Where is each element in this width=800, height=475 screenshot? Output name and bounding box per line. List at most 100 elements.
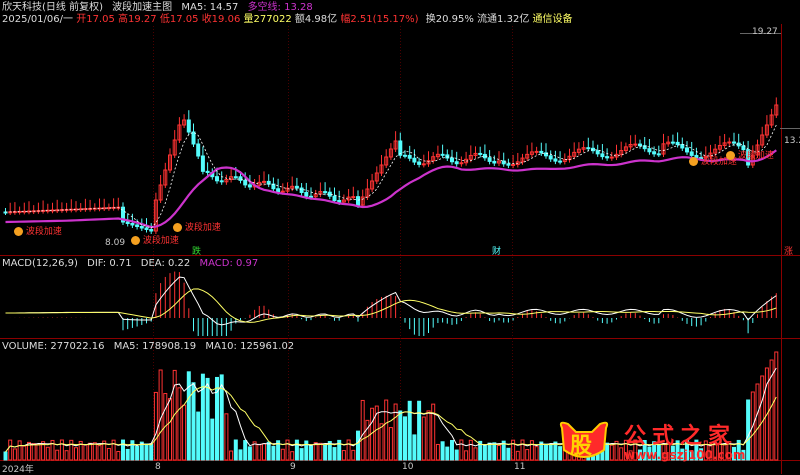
macd-dif: DIF: 0.71 (87, 258, 132, 269)
volume-bar (121, 439, 125, 461)
watermark-url: www.gszj100.com (624, 448, 746, 462)
volume-bar (196, 411, 201, 461)
volume-ma10: MA10: 125961.02 (205, 341, 295, 352)
macd-header: MACD(12,26,9) DIF: 0.71 DEA: 0.22 MACD: … (2, 258, 258, 270)
candle-body (736, 142, 741, 147)
x-axis-label: 8 (155, 462, 161, 472)
signal-marker: 波段加速 (726, 148, 774, 161)
volume-bar (64, 450, 69, 461)
x-axis-label: 10 (402, 462, 414, 472)
volume-bar (379, 423, 384, 461)
x-axis-label: 2024年 (2, 465, 34, 475)
candle-body (421, 163, 426, 166)
volume-title[interactable]: VOLUME: 277022.16 (2, 341, 105, 352)
volume-bar (482, 444, 487, 461)
candle-body (656, 153, 661, 156)
candle-body (276, 188, 281, 193)
price-label-low: 8.09 (105, 238, 126, 248)
mark-up: 涨 (784, 247, 794, 257)
volume-bar (318, 442, 323, 461)
volume-bar (17, 440, 22, 461)
volume-bar (69, 439, 74, 461)
volume-bar (280, 448, 285, 461)
volume-bar (238, 449, 243, 461)
candle-body (600, 153, 605, 158)
candle-body (553, 158, 558, 162)
volume-bar (544, 443, 548, 461)
candle-body (337, 199, 342, 203)
volume-bar (45, 446, 50, 461)
volume-bar (548, 443, 553, 461)
candle-body (144, 227, 149, 230)
volume-bar (468, 439, 473, 461)
candle-body (647, 148, 652, 153)
volume-bar (233, 439, 238, 461)
candle-body (558, 160, 563, 163)
candle-body (332, 195, 337, 201)
candle-body (219, 180, 224, 183)
candle-body (280, 190, 285, 193)
volume-bar (88, 442, 93, 461)
candle-body (412, 157, 417, 163)
volume-bar (243, 440, 248, 461)
candle-body (323, 191, 328, 194)
candle-body (356, 196, 360, 206)
mark-finance: 财 (492, 247, 502, 257)
volume-bar (440, 441, 445, 461)
volume-bar (435, 443, 440, 461)
candle-body (506, 163, 511, 166)
candle-body (130, 223, 135, 226)
volume-bar (454, 449, 459, 461)
signal-icon (689, 157, 698, 166)
candle-body (196, 143, 201, 157)
candle-body (638, 143, 642, 147)
candle-body (351, 196, 356, 199)
volume-bar (125, 448, 130, 461)
candle-body (294, 185, 299, 189)
signal-marker: 波段加速 (173, 220, 221, 233)
volume-bar (106, 447, 111, 461)
volume-bar (492, 442, 497, 461)
volume-bar (271, 445, 276, 461)
volume-bar (153, 391, 158, 461)
volume-bar (285, 439, 290, 461)
chart-canvas[interactable] (0, 0, 800, 474)
candle-body (586, 147, 591, 150)
volume-bar (388, 427, 393, 461)
volume-bar (421, 416, 426, 461)
volume-bar (210, 418, 215, 461)
macd-title[interactable]: MACD(12,26,9) (2, 258, 78, 269)
candle-body (595, 150, 600, 155)
volume-bar (450, 440, 454, 461)
volume-bar (407, 400, 412, 461)
candle-body (262, 180, 266, 183)
volume-bar (341, 450, 346, 461)
volume-bar (356, 430, 360, 461)
watermark-text: 公式之家 (624, 423, 737, 449)
volume-bar (97, 445, 102, 461)
volume-bar (12, 448, 17, 461)
volume-bar (205, 377, 210, 461)
watermark-brand: 股 (570, 433, 593, 459)
volume-bar (247, 446, 252, 461)
candle-body (200, 155, 205, 172)
macd-value: MACD: 0.97 (199, 258, 259, 269)
macd-series (5, 271, 777, 336)
volume-bar (144, 443, 149, 461)
volume-bar (445, 446, 450, 461)
signal-label: 波段加速 (142, 236, 179, 246)
volume-header: VOLUME: 277022.16 MA5: 178908.19 MA10: 1… (2, 341, 294, 353)
volume-bar (534, 446, 539, 461)
volume-bar (529, 440, 534, 461)
candle-body (309, 195, 313, 198)
volume-bar (219, 374, 224, 461)
signal-label: 波段加速 (184, 223, 221, 233)
volume-bar (8, 439, 13, 461)
candle-body (445, 154, 450, 159)
volume-bar (403, 416, 407, 461)
signal-label: 波段加速 (737, 151, 774, 161)
volume-bar (74, 447, 78, 461)
volume-bar (515, 450, 520, 461)
volume-bar (191, 382, 196, 461)
volume-bar (229, 450, 234, 461)
